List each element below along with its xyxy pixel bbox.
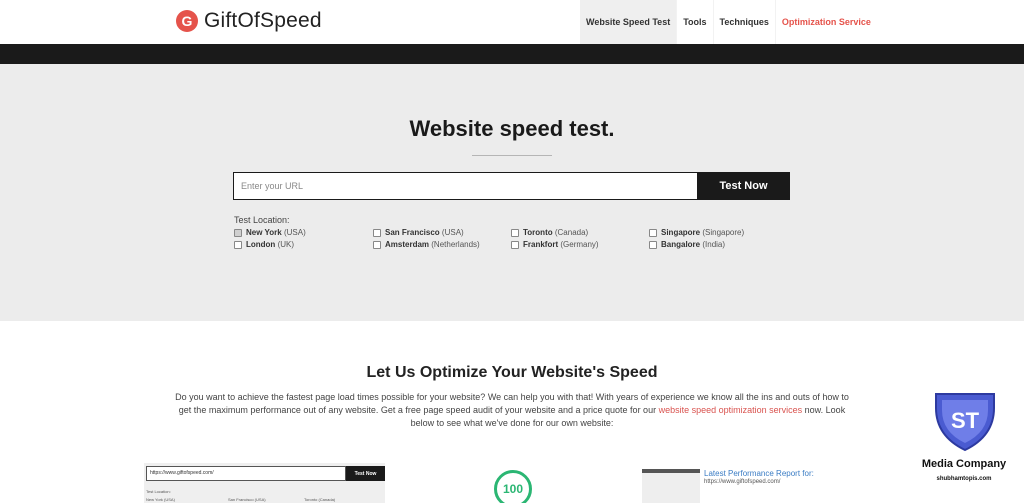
checkbox-icon[interactable]	[649, 240, 657, 249]
location-bangalore[interactable]: Bangalore (India)	[649, 240, 725, 249]
location-city: Bangalore	[661, 240, 701, 249]
preview-url-field: https://www.giftofspeed.com/	[146, 466, 346, 481]
optimize-section-title: Let Us Optimize Your Website's Speed	[366, 364, 658, 381]
nav-optimization-service[interactable]: Optimization Service	[776, 0, 877, 44]
st-shield-logo-icon: ST	[935, 393, 995, 452]
location-new-york[interactable]: New York (USA)	[234, 228, 306, 237]
test-now-button[interactable]: Test Now	[697, 172, 790, 200]
location-region: (Singapore)	[702, 228, 745, 237]
location-region: (India)	[702, 240, 726, 249]
nav-tools[interactable]: Tools	[677, 0, 714, 44]
preview-option: Toronto (Canada)	[304, 497, 336, 502]
site-header: G GiftOfSpeed Website Speed Test Tools T…	[0, 0, 1024, 44]
location-amsterdam[interactable]: Amsterdam (Netherlands)	[373, 240, 480, 249]
optimize-section-text: Do you want to achieve the fastest page …	[172, 391, 852, 430]
location-region: (UK)	[277, 240, 295, 249]
logo-text: GiftOfSpeed	[204, 9, 322, 32]
report-url: https://www.giftofspeed.com/	[704, 479, 781, 485]
location-region: (Canada)	[554, 228, 589, 237]
checkbox-icon[interactable]	[649, 228, 657, 237]
preview-option: New York (USA)	[146, 497, 175, 502]
location-london[interactable]: London (UK)	[234, 240, 294, 249]
header-dark-bar	[0, 44, 1024, 64]
location-toronto[interactable]: Toronto (Canada)	[511, 228, 588, 237]
checkbox-icon[interactable]	[511, 240, 519, 249]
location-city: London	[246, 240, 276, 249]
title-divider	[472, 155, 552, 156]
page-title: Website speed test.	[409, 116, 615, 141]
report-title-link[interactable]: Latest Performance Report for:	[704, 469, 814, 478]
report-thumbnail-bar	[642, 469, 700, 473]
location-region: (Germany)	[560, 240, 599, 249]
url-input[interactable]	[233, 172, 697, 200]
preview-option: San Francisco (USA)	[228, 497, 266, 502]
location-city: New York	[246, 228, 282, 237]
location-city: Singapore	[661, 228, 701, 237]
location-city: Frankfort	[523, 240, 559, 249]
preview-test-button: Test Now	[346, 466, 385, 481]
logo-icon: G	[176, 10, 198, 32]
location-san-francisco[interactable]: San Francisco (USA)	[373, 228, 464, 237]
site-logo[interactable]: G GiftOfSpeed	[176, 9, 322, 33]
report-thumbnail	[642, 469, 700, 503]
speed-test-hero: Website speed test. Test Now Test Locati…	[0, 64, 1024, 321]
location-singapore[interactable]: Singapore (Singapore)	[649, 228, 744, 237]
main-nav: Website Speed Test Tools Techniques Opti…	[580, 0, 877, 44]
watermark-url: shubhamtopis.com	[936, 476, 992, 482]
location-city: Toronto	[523, 228, 553, 237]
checkbox-checked-icon[interactable]	[234, 228, 242, 237]
checkbox-icon[interactable]	[511, 228, 519, 237]
location-region: (USA)	[441, 228, 464, 237]
location-city: San Francisco	[385, 228, 440, 237]
location-frankfort[interactable]: Frankfort (Germany)	[511, 240, 599, 249]
location-region: (USA)	[283, 228, 306, 237]
watermark-letters: ST	[951, 408, 980, 433]
test-location-label: Test Location:	[234, 215, 290, 225]
preview-location-label: Test Location:	[146, 489, 171, 494]
nav-techniques[interactable]: Techniques	[714, 0, 776, 44]
location-city: Amsterdam	[385, 240, 430, 249]
nav-website-speed-test[interactable]: Website Speed Test	[580, 0, 678, 44]
location-region: (Netherlands)	[431, 240, 480, 249]
checkbox-icon[interactable]	[373, 240, 381, 249]
speed-test-preview-image: https://www.giftofspeed.com/ Test Now Te…	[144, 463, 385, 503]
checkbox-icon[interactable]	[373, 228, 381, 237]
performance-score-badge: 100	[494, 470, 532, 503]
watermark-name: Media Company	[921, 458, 1007, 470]
checkbox-icon[interactable]	[234, 240, 242, 249]
optimization-services-link[interactable]: website speed optimization services	[659, 405, 803, 415]
